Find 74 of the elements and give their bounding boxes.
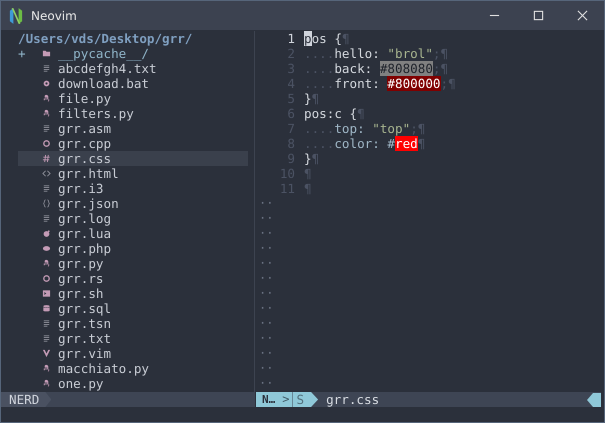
- empty-line-marker: ··: [258, 331, 274, 346]
- status-flag: S: [292, 392, 318, 407]
- tree-item[interactable]: grr.rs: [18, 271, 248, 286]
- empty-line-marker: ··: [258, 376, 274, 391]
- empty-line-marker: ··: [258, 256, 274, 271]
- code-line: pos {¶: [304, 31, 350, 46]
- lines-icon: [42, 184, 51, 193]
- lines-icon: [42, 334, 51, 343]
- maximize-icon[interactable]: [533, 10, 544, 21]
- line-number: 1: [286, 31, 296, 46]
- tree-item[interactable]: filters.py: [18, 106, 248, 121]
- tree-item[interactable]: grr.lua: [18, 226, 248, 241]
- tree-item[interactable]: grr.py: [18, 256, 248, 271]
- tree-item[interactable]: grr.css: [18, 151, 248, 166]
- ring-icon: [42, 274, 51, 283]
- tree-item[interactable]: one.py: [18, 376, 248, 391]
- tree-item[interactable]: download.bat: [18, 76, 248, 91]
- lines-icon: [42, 124, 51, 133]
- code-line: ¶: [304, 181, 312, 196]
- lines-icon: [42, 319, 51, 328]
- tree-item[interactable]: grr.asm: [18, 121, 248, 136]
- tree-item[interactable]: grr.php: [18, 241, 248, 256]
- ring-icon: [42, 139, 51, 148]
- empty-line-marker: ··: [258, 361, 274, 376]
- empty-line-marker: ··: [258, 271, 274, 286]
- empty-line-marker: ··: [258, 286, 274, 301]
- hash-icon: [42, 154, 51, 163]
- logo-icon: [9, 8, 23, 24]
- lines-icon: [42, 214, 51, 223]
- code-line: ....hello: "brol";¶: [304, 46, 448, 61]
- tree-item[interactable]: file.py: [18, 91, 248, 106]
- tree-item[interactable]: grr.log: [18, 211, 248, 226]
- tree-item[interactable]: grr.tsn: [18, 316, 248, 331]
- code-line: }¶: [304, 91, 320, 106]
- gear-icon: [42, 79, 51, 88]
- code-line: ¶: [304, 166, 312, 181]
- close-icon[interactable]: [577, 10, 588, 21]
- code-line: ....top: "top";¶: [304, 121, 426, 136]
- code-line: }¶: [304, 151, 320, 166]
- separator-glyph: >: [279, 392, 292, 407]
- empty-line-marker: ··: [258, 301, 274, 316]
- empty-line-marker: ··: [258, 226, 274, 241]
- window-title: Neovim: [31, 8, 77, 22]
- braces-icon: [42, 199, 51, 208]
- status-end-icon: [587, 392, 601, 406]
- code-line: pos:c {¶: [304, 106, 365, 121]
- tree-item[interactable]: grr.sql: [18, 301, 248, 316]
- directory-path: /Users/vds/Desktop/grr/: [18, 31, 192, 46]
- tree-item[interactable]: abcdefgh4.txt: [18, 61, 248, 76]
- folder-icon: [42, 49, 51, 58]
- lines-icon: [42, 64, 51, 73]
- code-line: ....color: #red¶: [304, 136, 426, 151]
- tree-item[interactable]: grr.i3: [18, 181, 248, 196]
- terminal-icon: [42, 289, 51, 298]
- database-icon: [42, 304, 51, 313]
- tree-item[interactable]: macchiato.py: [18, 361, 248, 376]
- tree-item[interactable]: grr.cpp: [18, 136, 248, 151]
- tree-item[interactable]: grr.html: [18, 166, 248, 181]
- mode-indicator: N…: [256, 392, 280, 407]
- empty-line-marker: ··: [258, 196, 274, 211]
- status-label: NERD: [1, 392, 52, 407]
- status-filename: grr.css: [326, 392, 380, 407]
- empty-line-marker: ··: [258, 346, 274, 361]
- tree-item[interactable]: + __pycache__/: [18, 46, 248, 61]
- tree-item[interactable]: grr.vim: [18, 346, 248, 361]
- tree-item[interactable]: grr.txt: [18, 331, 248, 346]
- vee-icon: [42, 349, 51, 358]
- tree-item[interactable]: grr.sh: [18, 286, 248, 301]
- empty-line-marker: ··: [258, 316, 274, 331]
- code-icon: [42, 169, 51, 178]
- tree-item[interactable]: grr.json: [18, 196, 248, 211]
- empty-line-marker: ··: [258, 241, 274, 256]
- code-line: ....front: #800000;¶: [304, 76, 456, 91]
- empty-line-marker: ··: [258, 211, 274, 226]
